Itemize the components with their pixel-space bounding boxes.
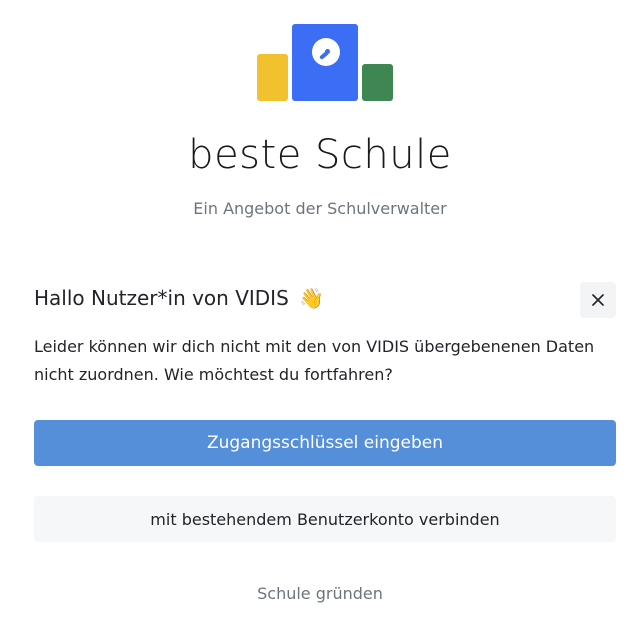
logo-bar-green <box>362 64 393 101</box>
enter-access-key-button[interactable]: Zugangsschlüssel eingeben <box>34 420 616 466</box>
clock-icon <box>312 38 340 66</box>
brand-subtitle: Ein Angebot der Schulverwalter <box>193 199 447 218</box>
close-button[interactable] <box>580 282 616 318</box>
waving-hand-icon: 👋 <box>299 286 325 310</box>
clock-center <box>325 49 330 54</box>
dialog-greeting: Hallo Nutzer*in von VIDIS 👋 <box>34 286 324 310</box>
greeting-text: Hallo Nutzer*in von VIDIS <box>34 286 289 310</box>
close-icon <box>592 294 604 306</box>
found-school-link[interactable]: Schule gründen <box>0 584 640 603</box>
logo-bar-yellow <box>257 54 288 101</box>
dialog-message: Leider können wir dich nicht mit den von… <box>34 337 595 384</box>
logo <box>256 24 394 102</box>
brand-title: beste Schule <box>188 132 452 178</box>
page: beste Schule Ein Angebot der Schulverwal… <box>0 0 640 637</box>
logo-bar-blue <box>292 24 358 101</box>
connect-existing-account-button[interactable]: mit bestehendem Benutzerkonto verbinden <box>34 496 616 542</box>
